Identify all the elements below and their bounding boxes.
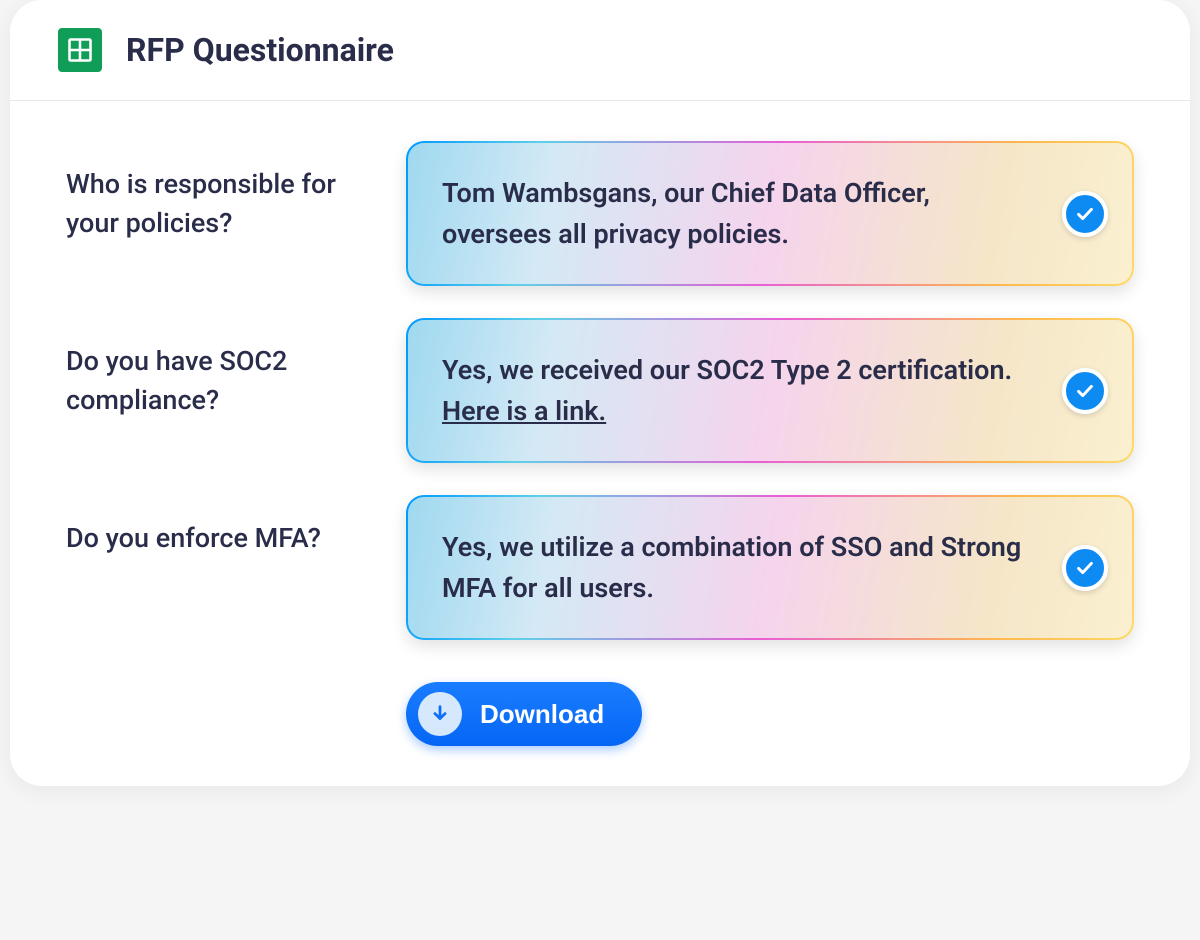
answer-card: Yes, we utilize a combination of SSO and… [406,495,1134,640]
verified-check-icon [1062,191,1108,237]
verified-check-icon [1062,368,1108,414]
answer-inner: Yes, we utilize a combination of SSO and… [408,497,1132,638]
question-text: Who is responsible for your policies? [66,141,366,243]
spreadsheet-icon [58,28,102,72]
actions-row: Download [66,672,1134,746]
card-header: RFP Questionnaire [10,0,1190,101]
questionnaire-card: RFP Questionnaire Who is responsible for… [10,0,1190,786]
verified-check-icon [1062,545,1108,591]
download-label: Download [480,699,604,730]
qa-row: Who is responsible for your policies? To… [66,141,1134,286]
qa-row: Do you have SOC2 compliance? Yes, we rec… [66,318,1134,463]
answer-text: Yes, we utilize a combination of SSO and… [442,527,1042,608]
answer-card: Yes, we received our SOC2 Type 2 certifi… [406,318,1134,463]
answer-inner: Tom Wambsgans, our Chief Data Officer, o… [408,143,1132,284]
question-text: Do you enforce MFA? [66,495,366,558]
answer-text: Yes, we received our SOC2 Type 2 certifi… [442,350,1042,431]
qa-row: Do you enforce MFA? Yes, we utilize a co… [66,495,1134,640]
answer-text: Tom Wambsgans, our Chief Data Officer, o… [442,173,1042,254]
question-text: Do you have SOC2 compliance? [66,318,366,420]
answer-inner: Yes, we received our SOC2 Type 2 certifi… [408,320,1132,461]
answer-card: Tom Wambsgans, our Chief Data Officer, o… [406,141,1134,286]
certification-link[interactable]: Here is a link. [442,395,606,427]
download-icon [418,692,462,736]
page-title: RFP Questionnaire [126,31,394,69]
qa-list: Who is responsible for your policies? To… [10,101,1190,786]
download-button[interactable]: Download [406,682,642,746]
